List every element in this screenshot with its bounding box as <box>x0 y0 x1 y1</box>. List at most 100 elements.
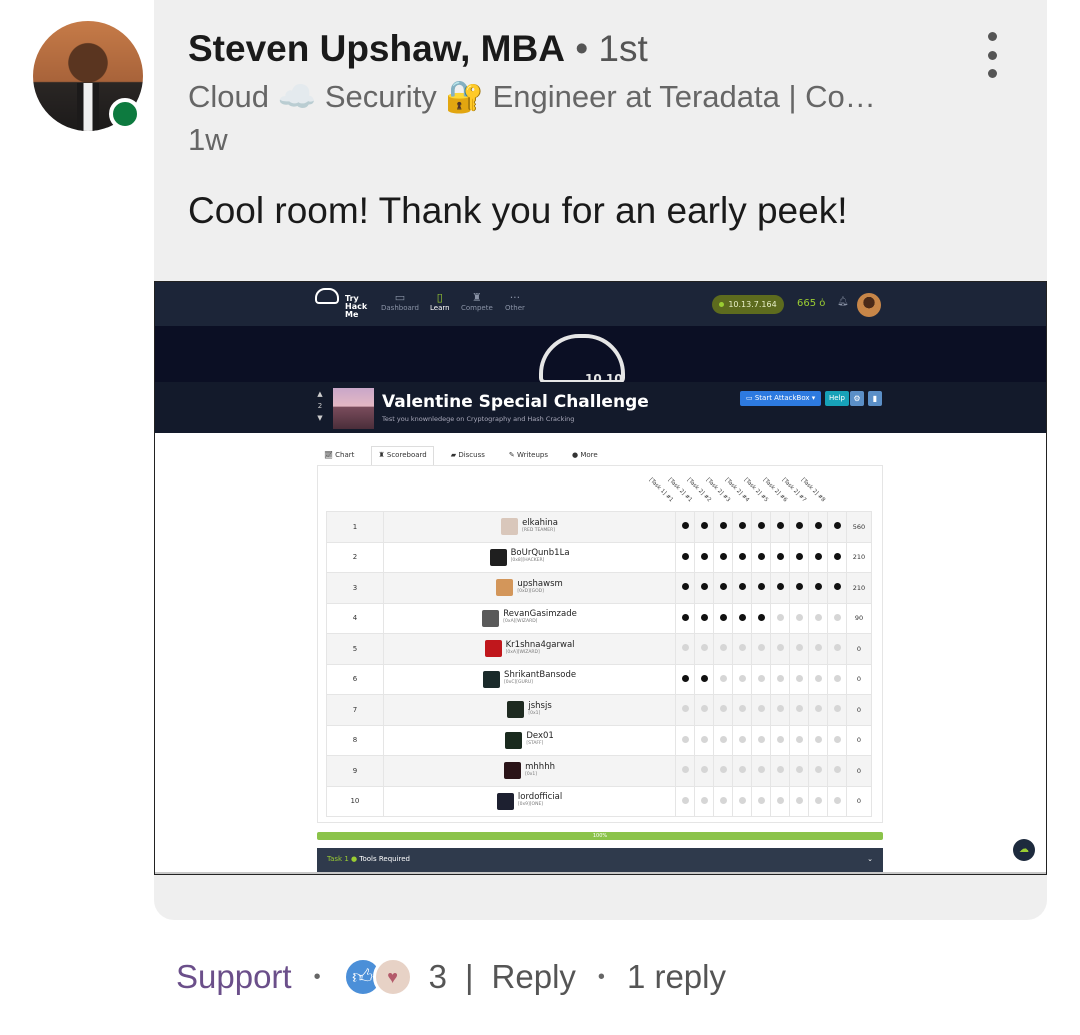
more-options-icon[interactable] <box>975 32 1009 78</box>
username[interactable]: mhhhh <box>525 763 555 772</box>
task-status-cell <box>675 663 696 695</box>
task-status-cell <box>827 602 847 634</box>
ip-badge[interactable]: 10.13.7.164 <box>712 295 784 314</box>
task-status-cell <box>827 724 847 756</box>
user-cell[interactable]: ShrikantBansode [0xC][GURU] <box>382 663 677 695</box>
check-circle-icon <box>738 522 746 530</box>
user-cell[interactable]: RevanGasimzade [0xA][WIZARD] <box>382 602 677 634</box>
username[interactable]: elkahina <box>522 519 558 528</box>
table-row: 8 Dex01 [STAFF] 0 <box>326 724 873 756</box>
chevron-down-icon[interactable]: ⌄ <box>867 848 873 870</box>
user-cell[interactable]: elkahina [RED TEAMER] <box>382 511 677 543</box>
tab-writeups[interactable]: ✎ Writeups <box>502 446 555 466</box>
tab-chart[interactable]: 📈︎ Chart <box>317 446 361 466</box>
cloud-upload-icon[interactable]: ☁ <box>1013 839 1035 861</box>
thm-logo-icon[interactable] <box>315 288 339 304</box>
username[interactable]: jshsjs <box>528 702 551 711</box>
user-rank-badge: [RED TEAMER] <box>522 527 555 533</box>
user-cell[interactable]: lordofficial [0x9][ONE] <box>382 785 677 817</box>
support-button[interactable]: Support <box>176 958 292 996</box>
empty-circle-icon <box>833 674 841 682</box>
settings-icon[interactable]: ⚙ <box>850 391 864 406</box>
comment-image[interactable]: Try Hack Me ▭ Dashboard ▯ Learn ♜ Compete ·… <box>154 281 1047 875</box>
task-status-cell <box>751 785 772 817</box>
username[interactable]: RevanGasimzade <box>503 610 577 619</box>
comment-actions: Support • 👍︎ ♥ 3 | Reply • 1 reply <box>176 955 726 999</box>
empty-circle-icon <box>795 705 803 713</box>
user-avatar[interactable] <box>857 293 881 317</box>
dots-icon: ··· <box>509 291 521 304</box>
user-cell[interactable]: Kr1shna4garwal [0xA][WIZARD] <box>382 633 677 665</box>
reactions[interactable]: 👍︎ ♥ <box>342 957 419 997</box>
user-cell[interactable]: jshsjs [0x1] <box>382 694 677 726</box>
author-line[interactable]: Steven Upshaw, MBA • 1st <box>188 28 648 70</box>
task-status-cell <box>770 572 791 604</box>
empty-circle-icon <box>719 674 727 682</box>
check-circle-icon <box>738 583 746 591</box>
bookmark-icon[interactable]: ▮ <box>868 391 882 406</box>
task-status-cell <box>770 633 791 665</box>
help-button[interactable]: Help <box>825 391 849 406</box>
empty-circle-icon <box>776 644 784 652</box>
task-status-cell <box>751 602 772 634</box>
username[interactable]: BoUrQunb1La <box>511 549 570 558</box>
streak-value: 665 <box>797 298 817 309</box>
nav-compete[interactable]: ♜ Compete <box>461 292 493 313</box>
empty-circle-icon <box>757 705 765 713</box>
empty-circle-icon <box>833 705 841 713</box>
user-cell[interactable]: upshawsm [0xD][GOD] <box>382 572 677 604</box>
thm-brand[interactable]: Try Hack Me <box>345 295 367 319</box>
reply-button[interactable]: Reply <box>492 958 576 996</box>
username[interactable]: upshawsm <box>517 580 562 589</box>
thumbs-up-icon[interactable]: ▲ <box>313 388 327 400</box>
empty-circle-icon <box>738 796 746 804</box>
bell-icon[interactable]: 🔔︎ <box>837 297 848 307</box>
nav-other[interactable]: ··· Other <box>505 291 525 313</box>
user-avatar <box>496 579 514 597</box>
user-cell[interactable]: Dex01 [STAFF] <box>382 724 677 756</box>
check-circle-icon <box>814 522 822 530</box>
check-circle-icon <box>833 583 841 591</box>
replies-link[interactable]: 1 reply <box>627 958 726 996</box>
check-circle-icon <box>738 552 746 560</box>
task-status-cell <box>675 511 696 543</box>
check-circle-icon <box>681 552 689 560</box>
task-status-cell <box>789 541 810 573</box>
empty-circle-icon <box>776 674 784 682</box>
task-status-cell <box>694 541 715 573</box>
rank-cell: 3 <box>326 572 384 604</box>
tab-scoreboard[interactable]: ♜ Scoreboard <box>371 446 434 466</box>
user-cell[interactable]: BoUrQunb1La [0x8][HACKER] <box>382 541 677 573</box>
online-status-icon <box>109 98 141 130</box>
username[interactable]: Dex01 <box>526 732 553 741</box>
pen-icon: ✎ <box>508 451 517 459</box>
task-status-cell <box>827 572 847 604</box>
empty-circle-icon <box>795 644 803 652</box>
user-cell[interactable]: mhhhh [0x1] <box>382 755 677 787</box>
tab-discuss[interactable]: ▰ Discuss <box>444 446 492 466</box>
task-status-cell <box>675 724 696 756</box>
reaction-count[interactable]: 3 <box>429 958 447 996</box>
username[interactable]: ShrikantBansode <box>504 671 576 680</box>
start-attackbox-button[interactable]: ▭ Start AttackBox ▾ <box>740 391 822 406</box>
empty-circle-icon <box>719 705 727 713</box>
check-circle-icon <box>776 552 784 560</box>
empty-circle-icon <box>757 735 765 743</box>
tab-more[interactable]: ● More <box>565 446 605 466</box>
check-circle-icon <box>776 522 784 530</box>
task-accordion[interactable]: Task 1 ● Tools Required ⌄ <box>317 848 883 874</box>
author-name[interactable]: Steven Upshaw, MBA <box>188 28 565 69</box>
thumbs-down-icon[interactable]: ▼ <box>313 412 327 424</box>
empty-circle-icon <box>738 705 746 713</box>
task-status-cell <box>827 694 847 726</box>
username[interactable]: lordofficial <box>518 793 562 802</box>
task-status-cell <box>694 572 715 604</box>
task-status-cell <box>713 602 734 634</box>
username[interactable]: Kr1shna4garwal <box>506 641 575 650</box>
vote-widget[interactable]: ▲ 2 ▼ <box>313 388 327 424</box>
task-status-cell <box>732 663 753 695</box>
nav-learn[interactable]: ▯ Learn <box>430 292 450 313</box>
empty-circle-icon <box>814 613 822 621</box>
nav-dashboard[interactable]: ▭ Dashboard <box>381 292 419 313</box>
task-status-cell <box>770 602 791 634</box>
